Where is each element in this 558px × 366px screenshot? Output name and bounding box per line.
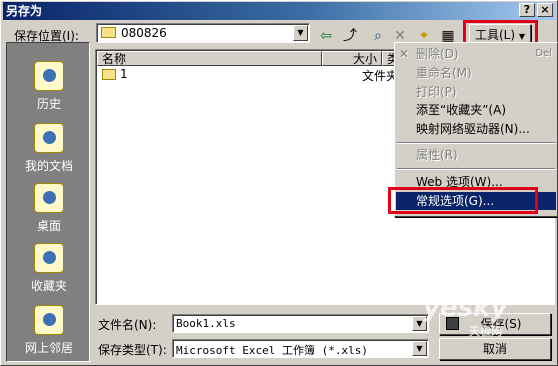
favorites-icon bbox=[34, 243, 64, 273]
column-size[interactable]: 大小 bbox=[322, 51, 382, 66]
filename-value: Book1.xls bbox=[176, 317, 236, 330]
filetype-select[interactable]: Microsoft Excel 工作簿 (*.xls) ▼ bbox=[172, 339, 429, 358]
watermark-logo: yesky bbox=[423, 293, 508, 323]
up-folder-icon[interactable]: ⤴ bbox=[339, 26, 361, 46]
file-name[interactable]: 1 bbox=[120, 67, 128, 81]
menu-item-delete-label: 删除(D) bbox=[416, 47, 459, 61]
delete-icon: ✕ bbox=[399, 47, 410, 61]
back-icon[interactable]: ⇦ bbox=[315, 26, 337, 46]
search-web-icon[interactable]: ⌕ bbox=[367, 26, 389, 46]
folder-icon bbox=[102, 69, 116, 80]
menu-item-delete-shortcut: Del bbox=[535, 48, 552, 59]
menu-item-properties[interactable]: 属性(R) bbox=[396, 146, 556, 164]
title-bar: 另存为 bbox=[3, 2, 556, 20]
save-in-combo[interactable]: 080826 ▼ bbox=[96, 23, 310, 43]
place-favorites-label: 收藏夹 bbox=[30, 279, 67, 293]
filename-label: 文件名(N): bbox=[98, 318, 157, 332]
window-title: 另存为 bbox=[6, 4, 43, 18]
place-history[interactable]: 历史 bbox=[7, 61, 91, 112]
menu-item-delete[interactable]: ✕ 删除(D) Del bbox=[396, 45, 556, 63]
place-desktop[interactable]: 桌面 bbox=[7, 183, 91, 234]
place-my-documents-label: 我的文档 bbox=[24, 159, 73, 173]
watermark-sub: 天极网 bbox=[469, 325, 502, 338]
my-documents-icon bbox=[34, 123, 64, 153]
place-network-label: 网上邻居 bbox=[24, 341, 73, 355]
dropdown-arrow-icon[interactable]: ▼ bbox=[412, 341, 427, 356]
place-network[interactable]: 网上邻居 bbox=[7, 305, 91, 356]
menu-item-rename[interactable]: 重命名(M) bbox=[396, 64, 556, 82]
cancel-button[interactable]: 取消 bbox=[439, 338, 551, 360]
menu-item-add-favorites[interactable]: 添至“收藏夹”(A) bbox=[396, 101, 556, 119]
filetype-value: Microsoft Excel 工作簿 (*.xls) bbox=[176, 344, 368, 357]
menu-item-map-drive[interactable]: 映射网络驱动器(N)... bbox=[396, 120, 556, 138]
places-bar: 历史 我的文档 桌面 收藏夹 网上邻居 bbox=[6, 42, 90, 362]
folder-icon bbox=[101, 27, 116, 38]
column-name[interactable]: 名称 bbox=[97, 51, 322, 66]
filename-input[interactable]: Book1.xls ▼ bbox=[172, 314, 429, 333]
network-icon bbox=[34, 305, 64, 335]
place-favorites[interactable]: 收藏夹 bbox=[7, 243, 91, 294]
general-options-highlight-box bbox=[388, 187, 538, 214]
file-type: 文件夹 bbox=[362, 69, 399, 83]
filetype-label: 保存类型(T): bbox=[98, 343, 167, 357]
save-as-dialog: 另存为 ? × 保存位置(I): 080826 ▼ ⇦ ⤴ ⌕ ✕ ✦ ▦ 工具… bbox=[0, 0, 558, 366]
menu-separator bbox=[397, 168, 555, 170]
save-in-value: 080826 bbox=[121, 26, 167, 40]
dropdown-arrow-icon[interactable]: ▼ bbox=[293, 25, 308, 41]
help-button[interactable]: ? bbox=[519, 3, 535, 17]
place-history-label: 历史 bbox=[36, 97, 61, 111]
place-desktop-label: 桌面 bbox=[36, 219, 61, 233]
place-my-documents[interactable]: 我的文档 bbox=[7, 123, 91, 174]
menu-item-print[interactable]: 打印(P) bbox=[396, 83, 556, 101]
menu-separator bbox=[397, 142, 555, 144]
history-icon bbox=[34, 61, 64, 91]
desktop-icon bbox=[34, 183, 64, 213]
close-button[interactable]: × bbox=[537, 3, 553, 17]
